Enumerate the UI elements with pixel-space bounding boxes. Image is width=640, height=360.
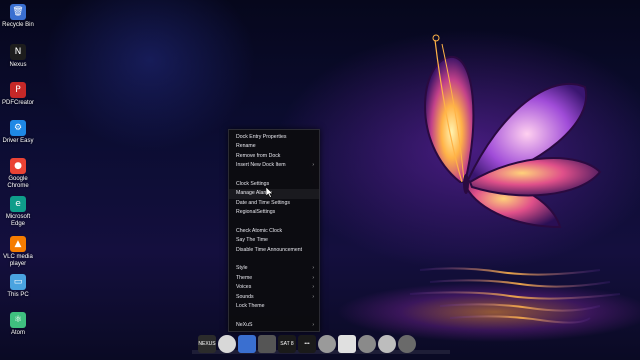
driver-easy-icon: ⚙ xyxy=(10,120,26,136)
menu-item-say-the-time[interactable]: Say The Time xyxy=(229,236,319,245)
menu-item-date-and-time-settings[interactable]: Date and Time Settings xyxy=(229,199,319,208)
dock-item-mail[interactable] xyxy=(338,334,356,353)
menu-item-lock-theme[interactable]: Lock Theme xyxy=(229,302,319,311)
menu-item-label: Check Atomic Clock xyxy=(236,227,283,234)
menu-item-label: Remove from Dock xyxy=(236,152,281,159)
dock-item-document[interactable] xyxy=(258,334,276,353)
desktop-icon-driver-easy[interactable]: ⚙ Driver Easy xyxy=(0,120,36,145)
desktop-icon-label: PDFCreator xyxy=(1,100,34,106)
dock-item-nexus-logo[interactable]: NEXUS xyxy=(198,334,216,353)
desktop-icon-label: Google Chrome xyxy=(7,176,29,189)
menu-item-label: Date and Time Settings xyxy=(236,199,290,206)
desktop-icon-vlc[interactable]: ▲ VLC media player xyxy=(0,236,36,268)
this-pc-icon: ▭ xyxy=(10,274,26,290)
dock-item-menu-dots[interactable]: ••• xyxy=(298,334,316,353)
desktop-icon-label: Driver Easy xyxy=(2,138,34,144)
pdfcreator-icon: P xyxy=(10,82,26,98)
desktop-icon-label: Nexus xyxy=(9,62,27,68)
menu-dots-icon: ••• xyxy=(304,340,310,347)
dock: NEXUS SAT 8 ••• xyxy=(196,331,446,356)
submenu-arrow-icon: › xyxy=(312,274,314,281)
dock-item-settings[interactable] xyxy=(378,334,396,353)
butterfly-wallpaper-art xyxy=(424,34,602,229)
desktop-icon-edge[interactable]: e Microsoft Edge xyxy=(0,196,36,228)
menu-item-label: Dock Entry Properties xyxy=(236,134,287,140)
menu-item-label: Lock Theme xyxy=(236,303,265,310)
desktop-icon-label: Microsoft Edge xyxy=(5,214,31,227)
desktop-icon-this-pc[interactable]: ▭ This PC xyxy=(0,274,36,299)
menu-item-check-atomic-clock[interactable]: Check Atomic Clock xyxy=(229,227,319,236)
nexus-icon: N xyxy=(10,44,26,60)
dock-item-clock[interactable] xyxy=(218,334,236,353)
desktop-icon-label: Atom xyxy=(10,330,25,336)
chrome-icon: ● xyxy=(10,158,26,174)
dock-context-menu: Dock Entry Properties Rename Remove from D… xyxy=(228,129,320,332)
menu-item-theme[interactable]: Theme › xyxy=(229,274,319,283)
menu-item-sounds[interactable]: Sounds › xyxy=(229,293,319,302)
desktop-icon-chrome[interactable]: ● Google Chrome xyxy=(0,158,36,190)
desktop-icon-nexus[interactable]: N Nexus xyxy=(0,44,36,69)
menu-item-insert-new-dock-item[interactable]: Insert New Dock Item › xyxy=(229,161,319,170)
desktop-icon-recycle-bin[interactable]: 🗑 Recycle Bin xyxy=(0,4,36,29)
menu-item-nexus[interactable]: NeXuS › xyxy=(229,321,319,330)
atom-icon: ⚛ xyxy=(10,312,26,328)
submenu-arrow-icon: › xyxy=(312,293,314,300)
dock-item-disc[interactable] xyxy=(318,334,336,353)
menu-item-voices[interactable]: Voices › xyxy=(229,283,319,292)
menu-item-label: Style xyxy=(236,265,248,272)
menu-item-label: Say The Time xyxy=(236,237,268,244)
menu-item-disable-time-announcement[interactable]: Disable Time Announcement xyxy=(229,246,319,255)
submenu-arrow-icon: › xyxy=(312,284,314,291)
menu-item-remove-from-dock[interactable]: Remove from Dock xyxy=(229,152,319,161)
desktop-icon-atom[interactable]: ⚛ Atom xyxy=(0,312,36,337)
menu-item-label: Insert New Dock Item xyxy=(236,162,286,169)
menu-item-clock-settings[interactable]: Clock Settings xyxy=(229,180,319,189)
submenu-arrow-icon: › xyxy=(312,162,314,169)
desktop-icon-label: This PC xyxy=(7,292,29,298)
dock-item-calendar[interactable]: SAT 8 xyxy=(278,334,296,353)
menu-item-dock-entry-properties[interactable]: Dock Entry Properties xyxy=(229,133,319,142)
vlc-icon: ▲ xyxy=(10,236,26,252)
menu-item-label: Voices xyxy=(236,284,252,291)
menu-item-label: Theme xyxy=(236,274,253,281)
menu-item-label: Clock Settings xyxy=(236,180,270,187)
menu-item-label: NeXuS xyxy=(236,321,253,328)
menu-separator xyxy=(229,171,319,180)
nexus-logo-icon: NEXUS xyxy=(198,340,216,347)
menu-item-manage-alarms[interactable]: Manage Alarms xyxy=(229,189,319,199)
menu-separator xyxy=(229,311,319,320)
menu-separator xyxy=(229,218,319,227)
menu-item-label: Sounds xyxy=(236,293,254,300)
menu-item-regionalsettings[interactable]: RegionalSettings xyxy=(229,208,319,217)
dock-item-camera[interactable] xyxy=(398,334,416,353)
dock-item-globe[interactable] xyxy=(358,334,376,353)
edge-icon: e xyxy=(10,196,26,212)
submenu-arrow-icon: › xyxy=(312,265,314,272)
dock-item-recycle-bin[interactable] xyxy=(238,334,256,353)
menu-item-label: Rename xyxy=(236,143,256,150)
desktop-icon-label: Recycle Bin xyxy=(2,22,34,28)
menu-item-style[interactable]: Style › xyxy=(229,264,319,273)
desktop-icon-pdfcreator[interactable]: P PDFCreator xyxy=(0,82,36,107)
mouse-cursor-icon xyxy=(266,187,274,198)
recycle-bin-icon: 🗑 xyxy=(10,4,26,20)
menu-item-label: RegionalSettings xyxy=(236,209,276,216)
submenu-arrow-icon: › xyxy=(312,321,314,328)
water-reflection-art xyxy=(409,267,621,324)
menu-separator xyxy=(229,255,319,264)
menu-item-label: Disable Time Announcement xyxy=(236,246,303,253)
desktop-icon-label: VLC media player xyxy=(3,254,33,267)
calendar-icon: SAT 8 xyxy=(280,340,294,347)
menu-item-rename[interactable]: Rename xyxy=(229,142,319,151)
